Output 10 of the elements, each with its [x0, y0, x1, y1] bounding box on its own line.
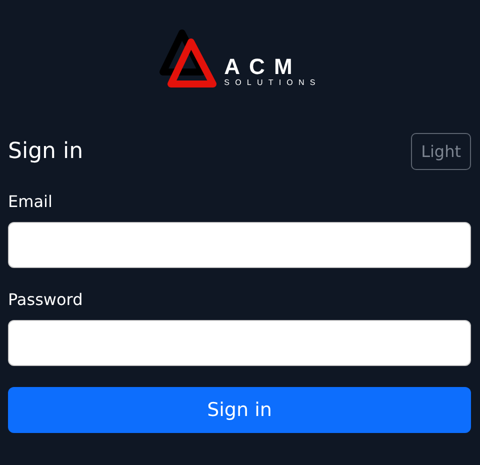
input-field[interactable]	[8, 320, 471, 366]
form-heading: Sign in	[8, 139, 84, 164]
logo-tagline: SOLUTIONS	[224, 78, 321, 88]
sign-in-button[interactable]: Sign in	[8, 387, 471, 433]
field-label: Email	[8, 192, 54, 211]
input-field[interactable]	[8, 222, 471, 268]
logo-icon	[160, 30, 217, 88]
logo-name: ACM	[224, 56, 302, 78]
theme-toggle-button[interactable]: Light	[411, 133, 471, 170]
field-label: Password	[8, 290, 84, 309]
